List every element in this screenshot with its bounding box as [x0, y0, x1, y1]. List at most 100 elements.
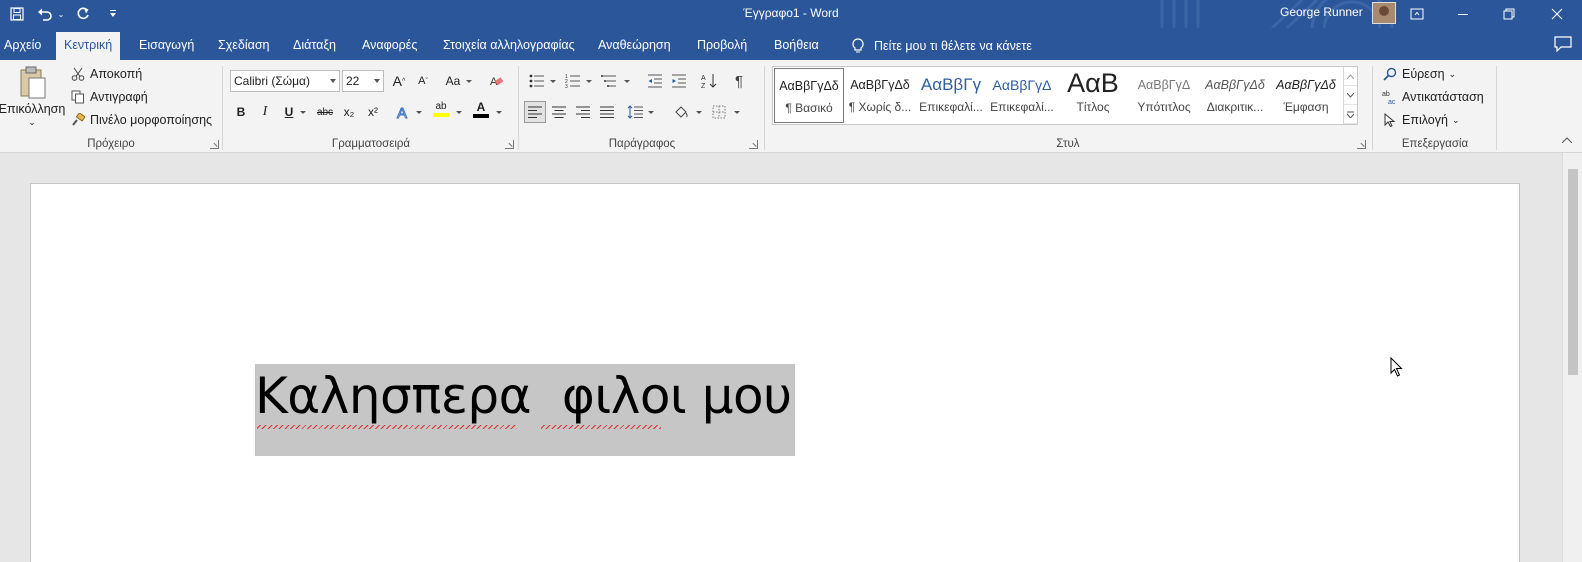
- vertical-scrollbar[interactable]: [1562, 153, 1582, 562]
- highlight-color-bar: [433, 113, 449, 117]
- change-case-dropdown-icon[interactable]: [466, 80, 472, 83]
- user-name[interactable]: George Runner: [1280, 5, 1363, 19]
- grow-font-button[interactable]: A ^: [388, 70, 410, 92]
- ribbon-tabs: Αρχείο Κεντρική Εισαγωγή Σχεδίαση Διάταξ…: [0, 28, 1582, 60]
- font-size-select[interactable]: 22: [342, 70, 384, 92]
- font-group: Calibri (Σώμα) 22 A ^ Aˇ Aa A B I U abc x…: [224, 60, 518, 153]
- numbering-icon[interactable]: 123: [562, 70, 584, 92]
- subscript-button[interactable]: x₂: [338, 101, 360, 123]
- tab-layout[interactable]: Διάταξη: [289, 32, 340, 60]
- replace-button[interactable]: ab ac Αντικατάσταση: [1382, 89, 1484, 105]
- close-icon[interactable]: [1532, 0, 1582, 28]
- highlight-label: ab: [435, 101, 447, 112]
- highlight-dropdown-icon[interactable]: [456, 111, 462, 114]
- select-dropdown-icon[interactable]: ⌄: [1452, 115, 1460, 126]
- svg-text:3: 3: [565, 84, 568, 88]
- spelling-underline: [541, 425, 661, 429]
- brush-icon: [70, 112, 86, 128]
- line-spacing-icon[interactable]: [624, 101, 646, 123]
- superscript-button[interactable]: x²: [362, 101, 384, 123]
- ribbon-display-options-icon[interactable]: [1394, 0, 1440, 28]
- cut-button[interactable]: Αποκοπή: [70, 66, 142, 82]
- svg-text:ac: ac: [1388, 99, 1396, 105]
- comments-icon[interactable]: [1554, 36, 1572, 52]
- tab-review[interactable]: Αναθεώρηση: [594, 32, 675, 60]
- change-case-label: Aa: [445, 74, 461, 88]
- decrease-indent-icon[interactable]: [644, 70, 666, 92]
- copy-button[interactable]: Αντιγραφή: [70, 89, 148, 105]
- increase-indent-icon[interactable]: [668, 70, 690, 92]
- tab-insert[interactable]: Εισαγωγή: [135, 32, 198, 60]
- document-text[interactable]: Καλησπερα φιλοι μου: [255, 367, 792, 425]
- cut-label: Αποκοπή: [90, 67, 143, 81]
- document-page[interactable]: Καλησπερα φιλοι μου: [30, 183, 1520, 562]
- numbering-dropdown-icon[interactable]: [586, 80, 592, 83]
- paste-dropdown-icon[interactable]: ⌄: [28, 118, 36, 127]
- tab-home[interactable]: Κεντρική: [56, 32, 121, 60]
- tab-file[interactable]: Αρχείο: [0, 32, 45, 60]
- tab-mailings[interactable]: Στοιχεία αλληλογραφίας: [439, 32, 579, 60]
- highlight-button[interactable]: ab: [430, 98, 452, 120]
- lightbulb-icon: [852, 38, 864, 53]
- multilevel-dropdown-icon[interactable]: [624, 80, 630, 83]
- font-color-bar: [473, 114, 489, 118]
- tab-help[interactable]: Βοήθεια: [770, 32, 823, 60]
- shading-icon[interactable]: [670, 101, 692, 123]
- italic-button[interactable]: I: [254, 101, 276, 123]
- font-size-value: 22: [346, 74, 360, 88]
- bold-button[interactable]: B: [230, 101, 252, 123]
- tab-design[interactable]: Σχεδίαση: [214, 32, 274, 60]
- paragraph-launcher-icon[interactable]: [749, 140, 758, 149]
- tell-me-box[interactable]: Πείτε μου τι θέλετε να κάνετε: [852, 32, 1032, 60]
- borders-dropdown-icon[interactable]: [734, 111, 740, 114]
- bullets-dropdown-icon[interactable]: [550, 80, 556, 83]
- format-painter-button[interactable]: Πινέλο μορφοποίησης: [70, 112, 212, 128]
- select-button[interactable]: Επιλογή ⌄: [1382, 112, 1460, 128]
- copy-icon: [70, 89, 86, 105]
- strikethrough-button[interactable]: abc: [314, 101, 336, 123]
- show-formatting-button[interactable]: ¶: [728, 70, 750, 92]
- text-effects-icon[interactable]: A: [392, 101, 414, 123]
- styles-group-label: Στυλ: [1056, 138, 1080, 150]
- paragraph-group: 123 AZ ¶ Παράγραφος: [520, 60, 764, 153]
- styles-launcher-icon[interactable]: [1357, 140, 1366, 149]
- font-family-select[interactable]: Calibri (Σώμα): [230, 70, 340, 92]
- align-center-icon[interactable]: [548, 101, 570, 123]
- align-right-icon[interactable]: [572, 101, 594, 123]
- paste-button[interactable]: Επικόλληση ⌄: [0, 66, 65, 127]
- line-spacing-dropdown-icon[interactable]: [648, 111, 654, 114]
- shrink-font-button[interactable]: Aˇ: [412, 70, 434, 92]
- scrollbar-thumb[interactable]: [1568, 169, 1578, 375]
- clear-formatting-icon[interactable]: A: [486, 70, 508, 92]
- divider: [222, 66, 223, 150]
- font-launcher-icon[interactable]: [505, 140, 514, 149]
- tab-view[interactable]: Προβολή: [693, 32, 751, 60]
- select-label: Επιλογή: [1402, 113, 1448, 127]
- align-left-icon[interactable]: [524, 101, 546, 123]
- tab-references[interactable]: Αναφορές: [358, 32, 421, 60]
- find-label: Εύρεση: [1402, 67, 1445, 81]
- font-color-dropdown-icon[interactable]: [496, 111, 502, 114]
- shading-dropdown-icon[interactable]: [696, 111, 702, 114]
- font-color-button[interactable]: A: [470, 98, 492, 120]
- clipboard-launcher-icon[interactable]: [210, 140, 219, 149]
- avatar[interactable]: [1372, 2, 1396, 24]
- sort-icon[interactable]: AZ: [698, 70, 720, 92]
- find-dropdown-icon[interactable]: ⌄: [1449, 69, 1457, 80]
- text-effects-dropdown-icon[interactable]: [416, 111, 422, 114]
- minimize-icon[interactable]: [1440, 0, 1486, 28]
- justify-icon[interactable]: [596, 101, 618, 123]
- change-case-button[interactable]: Aa: [440, 70, 466, 92]
- restore-icon[interactable]: [1486, 0, 1532, 28]
- collapse-ribbon-icon[interactable]: [1558, 132, 1576, 148]
- multilevel-list-icon[interactable]: [598, 70, 620, 92]
- shrink-font-label: A: [418, 75, 426, 87]
- underline-button[interactable]: U: [278, 101, 300, 123]
- borders-icon[interactable]: [708, 101, 730, 123]
- bullets-icon[interactable]: [526, 70, 548, 92]
- copy-label: Αντιγραφή: [90, 90, 148, 104]
- find-button[interactable]: Εύρεση ⌄: [1382, 66, 1456, 82]
- underline-dropdown-icon[interactable]: [300, 111, 306, 114]
- title-bar: ⌄ Έγγραφο1 - Word George Runner: [0, 0, 1582, 28]
- clipboard-group-label: Πρόχειρο: [87, 138, 135, 150]
